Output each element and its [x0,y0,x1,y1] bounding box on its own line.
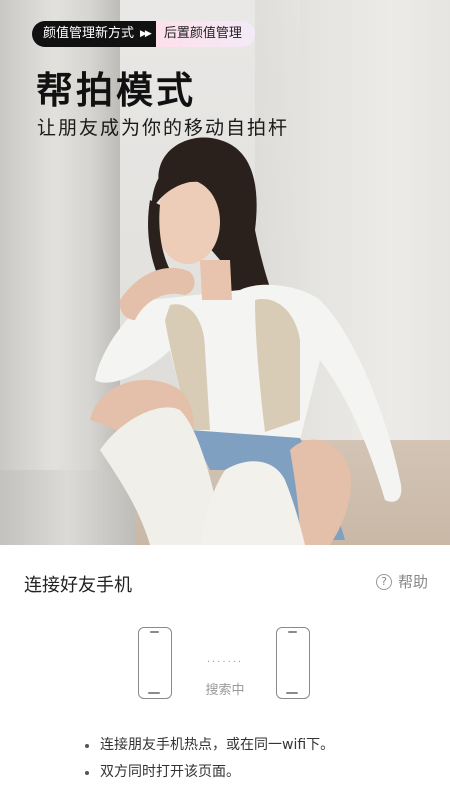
my-phone-icon [138,627,172,699]
connect-title: 连接好友手机 [24,575,132,596]
page-title: 帮拍模式 [36,69,196,112]
connection-dots: ······· [206,657,244,668]
tip-item: 连接朋友手机热点，或在同一wifi下。 [82,732,334,759]
feature-tag: 颜值管理新方式 ▶▶ 后置颜值管理 [32,21,255,47]
search-status: 搜索中 [205,683,245,698]
help-label: 帮助 [397,573,428,591]
tag-new-label: 颜值管理新方式 [43,26,135,41]
tips-list: 连接朋友手机热点，或在同一wifi下。 双方同时打开该页面。 [82,732,334,786]
tag-new-method: 颜值管理新方式 ▶▶ [32,21,156,47]
help-button[interactable]: ? 帮助 [375,571,428,592]
help-icon: ? [375,573,392,590]
friend-phone-icon [276,627,310,699]
connect-panel: 连接好友手机 ? 帮助 ······· 搜索中 连接朋友手机热点，或在同一wif… [0,545,450,800]
double-arrow-icon: ▶▶ [140,29,152,39]
tip-item: 双方同时打开该页面。 [82,759,334,786]
hero-image: 颜值管理新方式 ▶▶ 后置颜值管理 帮拍模式 让朋友成为你的移动自拍杆 [0,0,450,545]
page-subtitle: 让朋友成为你的移动自拍杆 [37,117,290,139]
tag-post-management: 后置颜值管理 [155,21,255,47]
